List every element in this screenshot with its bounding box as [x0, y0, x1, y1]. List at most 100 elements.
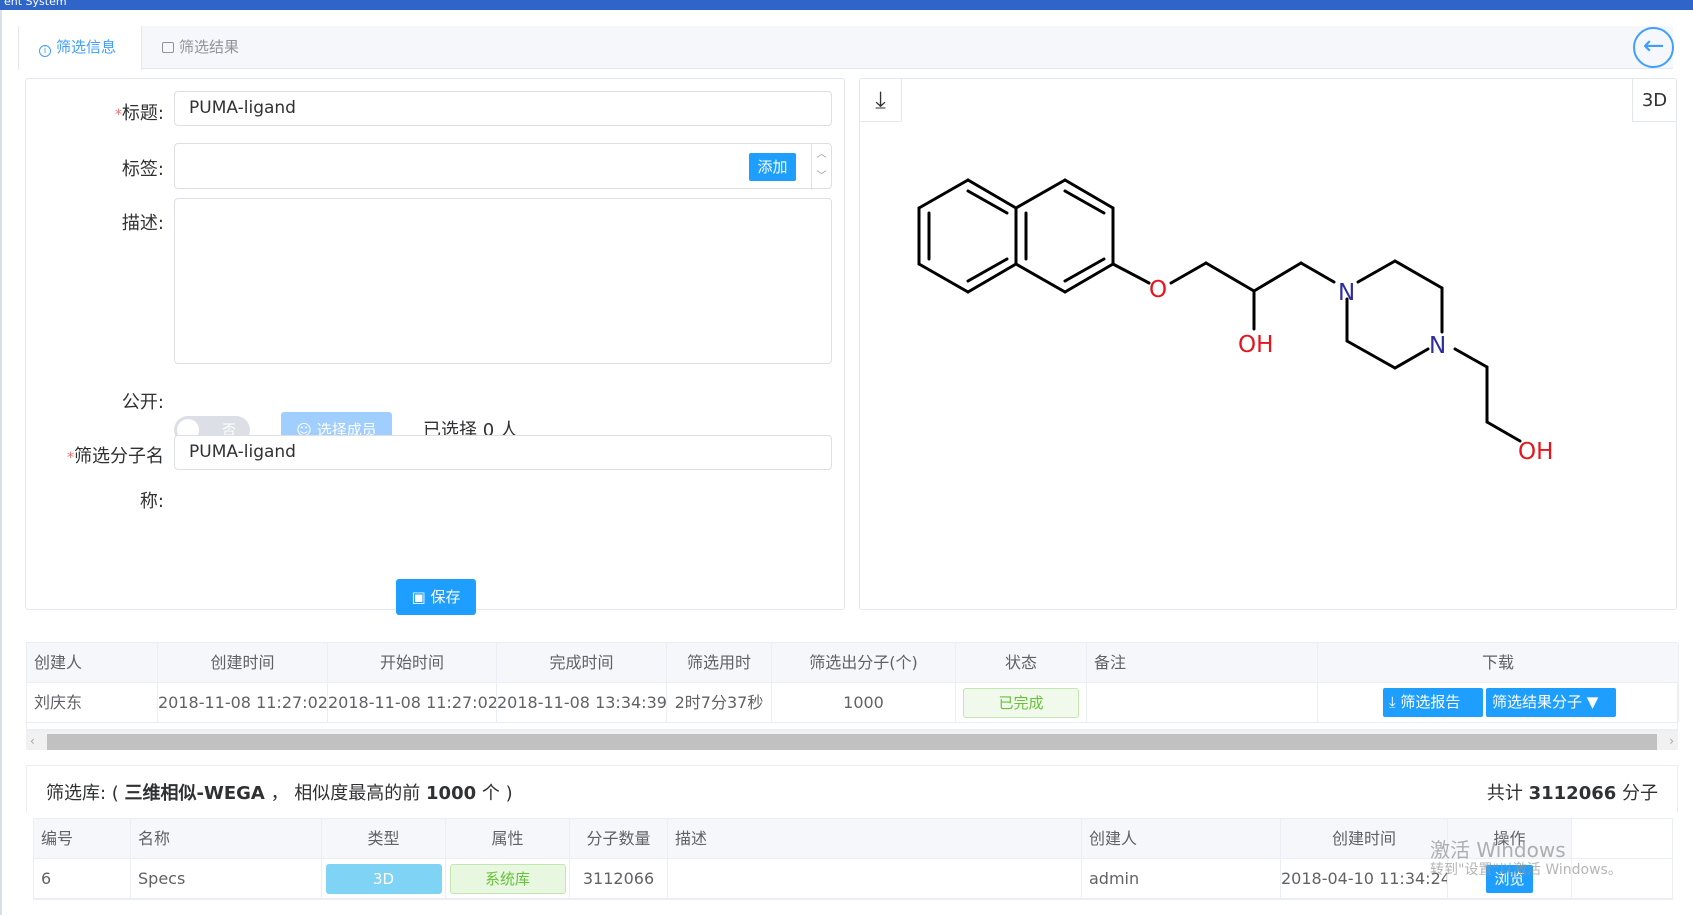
hydroxyl-atom: OH: [1238, 332, 1273, 358]
molecule-structure: O OH N N OH: [917, 178, 1553, 465]
chevron-up-icon[interactable]: ︿: [812, 144, 831, 166]
back-button[interactable]: ←: [1633, 27, 1674, 68]
windows-activation-hint: 转到"设置"以激活 Windows。: [1430, 862, 1622, 878]
title-label: *标题:: [114, 103, 164, 124]
bond: [917, 262, 970, 294]
library-total: 共计 3112066 分子: [1486, 783, 1658, 804]
table-header-row: 创建人 创建时间 开始时间 完成时间 筛选用时 筛选出分子(个) 状态 备注 下…: [27, 643, 1679, 683]
bond: [966, 189, 1009, 215]
bond: [1063, 189, 1106, 215]
top-n: 1000: [426, 783, 477, 804]
column-header: 备注: [1087, 643, 1318, 682]
library-summary: 筛选库: ( 三维相似-WEGA ， 相似度最高的前 1000 个 ) 共计 3…: [26, 765, 1678, 812]
library-table: 编号 名称 类型 属性 分子数量 描述 创建人 创建时间 操作 6 Specs …: [33, 818, 1673, 900]
column-header: 下载: [1318, 643, 1679, 682]
type-cell: 3D: [322, 859, 446, 898]
molecule-name-label: *筛选分子名: [67, 446, 164, 467]
bond: [1453, 347, 1489, 369]
bond: [1345, 339, 1397, 370]
id-cell: 6: [34, 859, 131, 898]
column-header: 创建人: [27, 643, 158, 682]
bond: [1299, 261, 1336, 284]
note-cell: [1087, 683, 1318, 722]
bond: [1393, 347, 1430, 370]
created-cell: 2018-11-08 11:27:02: [158, 683, 328, 722]
column-header: 名称: [131, 819, 322, 858]
window-title: ent System: [4, 0, 67, 8]
required-mark: *: [67, 450, 74, 466]
creator-cell: 刘庆东: [27, 683, 158, 722]
structure-viewer: O OH N N OH ⤓ 3D: [859, 78, 1677, 610]
bond: [1204, 261, 1256, 293]
table-header-row: 编号 名称 类型 属性 分子数量 描述 创建人 创建时间 操作: [34, 819, 1672, 859]
status-cell: 已完成: [956, 683, 1087, 722]
public-label: 公开:: [121, 392, 164, 413]
download-icon[interactable]: ⤓: [860, 79, 902, 122]
desc-cell: [668, 859, 1082, 898]
chevron-down-icon[interactable]: ﹀: [812, 166, 831, 188]
required-mark: *: [114, 107, 122, 123]
column-header: 描述: [668, 819, 1082, 858]
download-cell: ⤓ 筛选报告 筛选结果分子 ▼: [1318, 683, 1679, 722]
finished-cell: 2018-11-08 13:34:39: [497, 683, 667, 722]
scroll-left-icon[interactable]: ‹: [30, 731, 35, 751]
tags-input[interactable]: 添加 ︿ ﹀: [174, 143, 832, 190]
horizontal-scrollbar[interactable]: ‹ ›: [26, 730, 1678, 750]
column-header: 属性: [446, 819, 570, 858]
library-name: 三维相似-WEGA: [124, 783, 265, 804]
result-molecules-dropdown[interactable]: 筛选结果分子 ▼: [1486, 688, 1616, 717]
column-header: 创建时间: [158, 643, 328, 682]
name-cell: Specs: [131, 859, 322, 898]
column-header: 开始时间: [328, 643, 497, 682]
report-download-button[interactable]: ⤓ 筛选报告: [1383, 688, 1483, 717]
scrollbar-thumb[interactable]: [47, 734, 1657, 750]
started-cell: 2018-11-08 11:27:02: [328, 683, 497, 722]
arrow-left-icon: ←: [1642, 31, 1665, 61]
total-count: 3112066: [1528, 783, 1617, 804]
creator-cell: admin: [1082, 859, 1281, 898]
status-badge: 已完成: [963, 688, 1079, 718]
tab-screening-results[interactable]: 筛选结果: [142, 26, 272, 69]
bond: [1252, 261, 1303, 293]
column-header: 创建时间: [1281, 819, 1448, 858]
hydroxyl-atom: OH: [1518, 439, 1553, 465]
caret-down-icon: ▼: [1582, 693, 1599, 711]
title-input[interactable]: PUMA-ligand: [174, 91, 832, 126]
scroll-right-icon[interactable]: ›: [1669, 731, 1674, 751]
tab-screening-info[interactable]: i 筛选信息: [18, 26, 142, 70]
add-tag-button[interactable]: 添加: [749, 153, 796, 181]
column-header: 创建人: [1082, 819, 1281, 858]
nitrogen-atom: N: [1338, 280, 1355, 306]
library-info: 筛选库: ( 三维相似-WEGA ， 相似度最高的前 1000 个 ): [46, 783, 513, 804]
bond: [1169, 261, 1208, 285]
main-frame: i 筛选信息 筛选结果 ← *标题: PUMA-ligand 标签: 添加 ︿ ﹀ …: [0, 10, 1690, 915]
oxygen-atom: O: [1149, 277, 1167, 303]
column-header: 编号: [34, 819, 131, 858]
tags-stepper[interactable]: ︿ ﹀: [811, 144, 831, 190]
duration-cell: 2时7分37秒: [667, 683, 772, 722]
attribute-badge: 系统库: [449, 864, 566, 894]
description-textarea[interactable]: [174, 198, 832, 364]
count-cell: 3112066: [570, 859, 668, 898]
description-label: 描述:: [121, 213, 164, 234]
created-cell: 2018-04-10 11:34:24: [1281, 859, 1448, 898]
document-icon: [162, 42, 174, 53]
nitrogen-atom: N: [1429, 333, 1446, 359]
column-header: 完成时间: [497, 643, 667, 682]
molecule-name-input[interactable]: PUMA-ligand: [174, 435, 832, 470]
molecule-name-label-cont: 称:: [139, 491, 164, 512]
download-icon: ⤓: [1389, 693, 1401, 711]
tab-bar: i 筛选信息 筛选结果: [18, 26, 1673, 70]
save-button[interactable]: ▣ 保存: [396, 579, 476, 615]
view-3d-button[interactable]: 3D: [1632, 79, 1676, 122]
tab-label: 筛选结果: [179, 38, 240, 56]
attr-cell: 系统库: [446, 859, 570, 898]
screening-form: *标题: PUMA-ligand 标签: 添加 ︿ ﹀ 描述: 公开: 否 ☺ 选…: [25, 78, 845, 615]
column-header: 分子数量: [570, 819, 668, 858]
task-table: 创建人 创建时间 开始时间 完成时间 筛选用时 筛选出分子(个) 状态 备注 下…: [26, 642, 1679, 730]
save-icon: ▣: [411, 588, 431, 606]
bond: [1014, 178, 1067, 210]
bond: [1485, 420, 1522, 443]
bond: [966, 257, 1009, 283]
column-header: 筛选用时: [667, 643, 772, 682]
